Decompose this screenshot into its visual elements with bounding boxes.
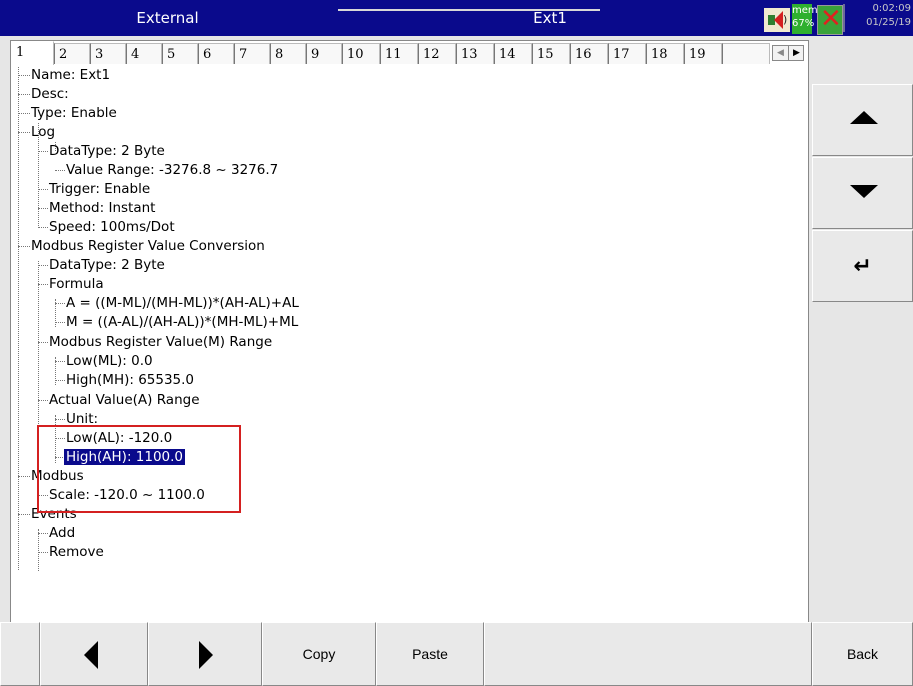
scroll-up-button[interactable] xyxy=(812,84,913,156)
tree-node-conv-datatype[interactable]: DataType: 2 Byte xyxy=(49,256,165,275)
tree-connector xyxy=(38,284,48,285)
tab-3[interactable]: 3 xyxy=(90,43,126,64)
tree-connector xyxy=(38,227,48,228)
tab-11[interactable]: 11 xyxy=(380,43,418,64)
tab-12[interactable]: 12 xyxy=(418,43,456,64)
tree-connector xyxy=(38,208,48,209)
paste-button[interactable]: Paste xyxy=(376,622,484,686)
enter-button[interactable]: ↵ xyxy=(812,230,913,302)
tab-17[interactable]: 17 xyxy=(608,43,646,64)
tab-9[interactable]: 9 xyxy=(306,43,342,64)
tab-18[interactable]: 18 xyxy=(646,43,684,64)
title-bar: External Ext1 ) mem 67% ✕ 0:02:09 01/25/… xyxy=(0,0,913,36)
tree-node-formula-m[interactable]: M = ((A-AL)/(AH-AL))*(MH-ML)+ML xyxy=(66,313,298,332)
copy-button[interactable]: Copy xyxy=(262,622,376,686)
clock-date: 01/25/19 xyxy=(866,17,911,28)
tree-connector xyxy=(38,151,48,152)
next-button[interactable] xyxy=(148,622,262,686)
tab-15[interactable]: 15 xyxy=(532,43,570,64)
tab-7[interactable]: 7 xyxy=(234,43,270,64)
tree-node-m-high[interactable]: High(MH): 65535.0 xyxy=(66,371,194,390)
down-arrow-icon xyxy=(850,185,878,198)
tree-node-formula-a[interactable]: A = ((M-ML)/(MH-ML))*(AH-AL)+AL xyxy=(66,294,299,313)
tree-node-name[interactable]: Name: Ext1 xyxy=(31,66,110,85)
tree-connector xyxy=(18,246,30,247)
channel-tabs: 1 2 3 4 5 6 7 8 9 10 11 12 13 14 15 16 1… xyxy=(11,41,808,65)
tree-connector xyxy=(55,170,65,171)
tree-connector xyxy=(18,132,30,133)
tree-connector xyxy=(55,361,65,362)
memory-badge: mem 67% xyxy=(792,4,818,34)
tree-node-log[interactable]: Log xyxy=(31,123,55,142)
tree-connector xyxy=(55,419,65,420)
prev-button[interactable] xyxy=(40,622,148,686)
tree-connector xyxy=(18,75,30,76)
tree-connector xyxy=(38,552,48,553)
tree-node-m-low[interactable]: Low(ML): 0.0 xyxy=(66,352,153,371)
tree-node-method[interactable]: Method: Instant xyxy=(49,199,155,218)
settings-tree: Name: Ext1 Desc: Type: Enable Log DataTy… xyxy=(11,67,808,617)
left-arrow-icon xyxy=(84,641,98,669)
tree-node-log-datatype[interactable]: DataType: 2 Byte xyxy=(49,142,165,161)
tab-1[interactable]: 1 xyxy=(11,41,54,65)
app-title: External xyxy=(136,9,199,27)
tree-connector xyxy=(38,342,48,343)
clock: 0:02:09 01/25/19 xyxy=(845,2,913,34)
scroll-down-button[interactable] xyxy=(812,157,913,229)
tree-node-m-range[interactable]: Modbus Register Value(M) Range xyxy=(49,333,272,352)
tree-node-formula[interactable]: Formula xyxy=(49,275,104,294)
tree-node-desc[interactable]: Desc: xyxy=(31,85,69,104)
tab-16[interactable]: 16 xyxy=(570,43,608,64)
tree-connector xyxy=(55,322,65,323)
usb-disabled-icon: ✕ xyxy=(817,5,843,35)
annotation-highlight-box xyxy=(37,425,241,513)
bottom-spacer xyxy=(484,622,812,686)
memory-percent: 67% xyxy=(792,18,815,29)
clock-time: 0:02:09 xyxy=(872,3,911,14)
tree-node-events-remove[interactable]: Remove xyxy=(49,543,104,562)
up-arrow-icon xyxy=(850,111,878,124)
tab-8[interactable]: 8 xyxy=(270,43,306,64)
tree-node-speed[interactable]: Speed: 100ms/Dot xyxy=(49,218,175,237)
tab-6[interactable]: 6 xyxy=(198,43,234,64)
tree-connector xyxy=(38,533,48,534)
config-panel: 1 2 3 4 5 6 7 8 9 10 11 12 13 14 15 16 1… xyxy=(10,40,809,624)
tree-connector xyxy=(38,189,48,190)
tab-scroll-left-icon[interactable]: ◀ xyxy=(773,46,788,60)
tab-2[interactable]: 2 xyxy=(54,43,90,64)
tree-node-trigger[interactable]: Trigger: Enable xyxy=(49,180,150,199)
page-title: Ext1 xyxy=(533,9,567,27)
tree-line xyxy=(18,67,19,570)
tree-node-type[interactable]: Type: Enable xyxy=(31,104,117,123)
tree-connector xyxy=(55,303,65,304)
speaker-icon[interactable]: ) xyxy=(764,8,790,32)
tree-node-modbus-conversion[interactable]: Modbus Register Value Conversion xyxy=(31,237,265,256)
enter-icon: ↵ xyxy=(853,254,872,279)
tree-connector xyxy=(18,94,30,95)
tree-connector xyxy=(38,265,48,266)
tab-scroll-arrows[interactable]: ◀ ▶ xyxy=(772,45,804,61)
tab-scroll-right-icon[interactable]: ▶ xyxy=(788,46,804,60)
tab-19[interactable]: 19 xyxy=(684,43,722,64)
tab-20-partial[interactable] xyxy=(722,43,770,64)
memory-label: mem xyxy=(792,5,818,16)
tree-connector xyxy=(18,113,30,114)
tab-4[interactable]: 4 xyxy=(126,43,162,64)
tree-connector xyxy=(18,514,30,515)
tree-connector xyxy=(18,476,30,477)
tab-5[interactable]: 5 xyxy=(162,43,198,64)
tab-13[interactable]: 13 xyxy=(456,43,494,64)
bottom-spacer-left xyxy=(0,622,40,686)
tree-node-a-range[interactable]: Actual Value(A) Range xyxy=(49,391,200,410)
tree-connector xyxy=(38,400,48,401)
tab-10[interactable]: 10 xyxy=(342,43,380,64)
tree-node-events-add[interactable]: Add xyxy=(49,524,75,543)
tab-14[interactable]: 14 xyxy=(494,43,532,64)
back-button[interactable]: Back xyxy=(812,622,913,686)
tree-connector xyxy=(55,380,65,381)
tree-line xyxy=(38,529,39,571)
right-arrow-icon xyxy=(199,641,213,669)
tree-node-value-range[interactable]: Value Range: -3276.8 ~ 3276.7 xyxy=(66,161,278,180)
